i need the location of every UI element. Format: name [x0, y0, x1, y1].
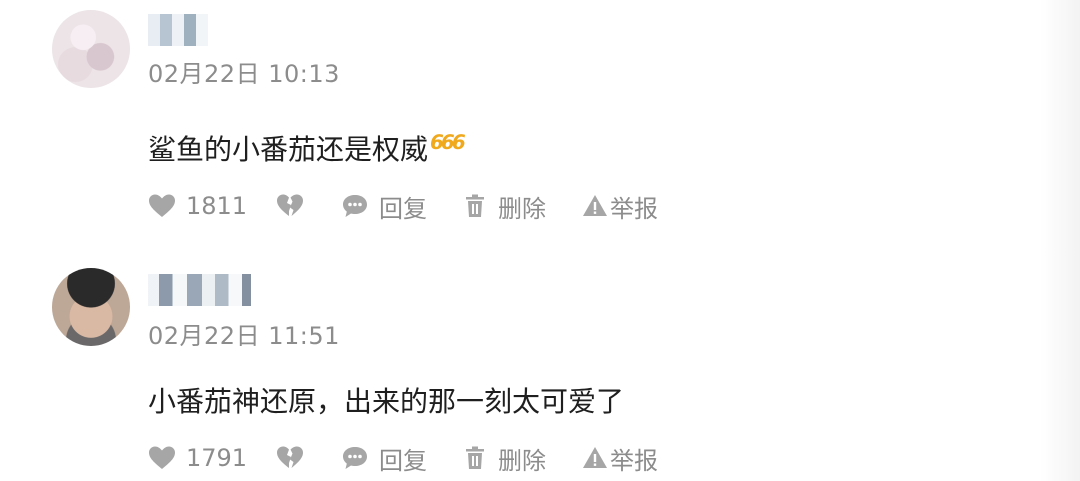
like-count: 1791 — [186, 444, 248, 472]
delete-button[interactable]: 删除 — [462, 189, 546, 223]
like-button[interactable]: 1811 — [148, 189, 247, 223]
emoji-666-icon: 666 — [427, 130, 465, 154]
trash-icon — [462, 445, 488, 471]
report-label: 举报 — [610, 446, 658, 475]
comment-text-content: 鲨鱼的小番茄还是权威 — [148, 133, 429, 166]
delete-label: 删除 — [498, 446, 546, 475]
report-button[interactable]: 举报 — [582, 441, 658, 475]
comment-text-content: 小番茄神还原，出来的那一刻太可爱了 — [148, 385, 625, 418]
comment-actions: 1791 回复 删除 举报 — [148, 441, 708, 475]
username-blurred[interactable] — [148, 274, 260, 306]
like-button[interactable]: 1791 — [148, 441, 247, 475]
username-blurred[interactable] — [148, 14, 208, 46]
comment-actions: 1811 回复 删除 举报 — [148, 189, 708, 223]
speech-bubble-icon — [341, 193, 369, 219]
reply-button[interactable]: 回复 — [341, 441, 427, 475]
comment-timestamp: 02月22日 11:51 — [148, 322, 340, 350]
reply-label: 回复 — [379, 446, 427, 475]
like-count: 1811 — [186, 192, 248, 220]
warning-triangle-icon — [582, 193, 608, 219]
dislike-button[interactable] — [276, 189, 314, 223]
reply-button[interactable]: 回复 — [341, 189, 427, 223]
page-edge-shade — [1040, 0, 1080, 481]
comment-text: 小番茄神还原，出来的那一刻太可爱了 — [148, 380, 624, 420]
avatar[interactable] — [52, 10, 130, 88]
delete-label: 删除 — [498, 194, 546, 223]
comment-timestamp: 02月22日 10:13 — [148, 60, 340, 88]
report-label: 举报 — [610, 194, 658, 223]
report-button[interactable]: 举报 — [582, 189, 658, 223]
heart-icon — [148, 445, 176, 471]
trash-icon — [462, 193, 488, 219]
dislike-button[interactable] — [276, 441, 314, 475]
comment-text: 鲨鱼的小番茄还是权威666 — [148, 128, 465, 168]
delete-button[interactable]: 删除 — [462, 441, 546, 475]
warning-triangle-icon — [582, 445, 608, 471]
broken-heart-icon — [276, 193, 304, 219]
broken-heart-icon — [276, 445, 304, 471]
reply-label: 回复 — [379, 194, 427, 223]
heart-icon — [148, 193, 176, 219]
avatar[interactable] — [52, 268, 130, 346]
speech-bubble-icon — [341, 445, 369, 471]
